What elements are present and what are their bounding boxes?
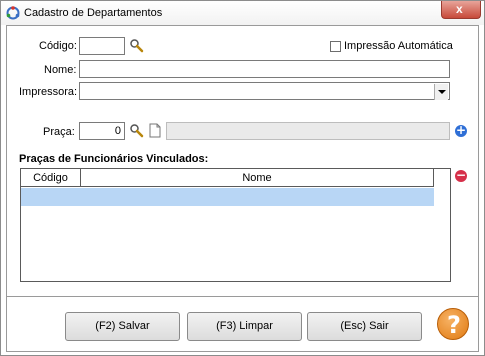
exit-button[interactable]: (Esc) Sair	[307, 312, 422, 341]
column-header-nome[interactable]: Nome	[81, 169, 434, 187]
form-panel: Código: Impressão Automática Nome: Impre…	[6, 25, 479, 352]
praca-label: Praça:	[43, 126, 75, 138]
search-icon[interactable]	[129, 123, 144, 138]
impressora-select[interactable]	[79, 82, 450, 100]
codigo-input[interactable]	[79, 37, 125, 55]
window-title: Cadastro de Departamentos	[24, 7, 163, 19]
search-icon[interactable]	[129, 38, 144, 53]
add-praca-button[interactable]: +	[455, 123, 467, 137]
nome-input[interactable]	[79, 60, 450, 78]
help-button[interactable]: ?	[437, 308, 469, 340]
close-icon: x	[456, 2, 463, 16]
table-row[interactable]	[21, 188, 434, 206]
help-icon: ?	[447, 311, 461, 339]
minus-icon: −	[455, 168, 467, 182]
save-button[interactable]: (F2) Salvar	[65, 312, 180, 341]
title-bar: Cadastro de Departamentos x	[1, 1, 484, 25]
chevron-down-icon[interactable]	[434, 84, 448, 100]
column-header-codigo[interactable]: Código	[21, 169, 81, 187]
clear-button[interactable]: (F3) Limpar	[187, 312, 302, 341]
close-button[interactable]: x	[441, 1, 481, 19]
codigo-label: Código:	[39, 40, 77, 52]
grid-header: Código Nome	[21, 169, 434, 187]
impressao-automatica-label: Impressão Automática	[344, 40, 453, 52]
remove-praca-button[interactable]: −	[455, 168, 467, 182]
nome-label: Nome:	[44, 64, 77, 76]
linked-pracas-grid[interactable]: Código Nome	[20, 168, 451, 282]
linked-pracas-title: Praças de Funcionários Vinculados:	[19, 153, 209, 165]
document-icon[interactable]	[149, 123, 161, 138]
impressao-automatica-checkbox[interactable]	[330, 41, 341, 52]
praca-code-input[interactable]	[79, 122, 125, 140]
window: Cadastro de Departamentos x Código: Impr…	[0, 0, 485, 356]
app-icon	[6, 6, 20, 20]
divider	[7, 296, 478, 297]
plus-icon: +	[455, 123, 467, 137]
praca-name-field	[166, 122, 450, 140]
impressora-label: Impressora:	[19, 86, 78, 98]
